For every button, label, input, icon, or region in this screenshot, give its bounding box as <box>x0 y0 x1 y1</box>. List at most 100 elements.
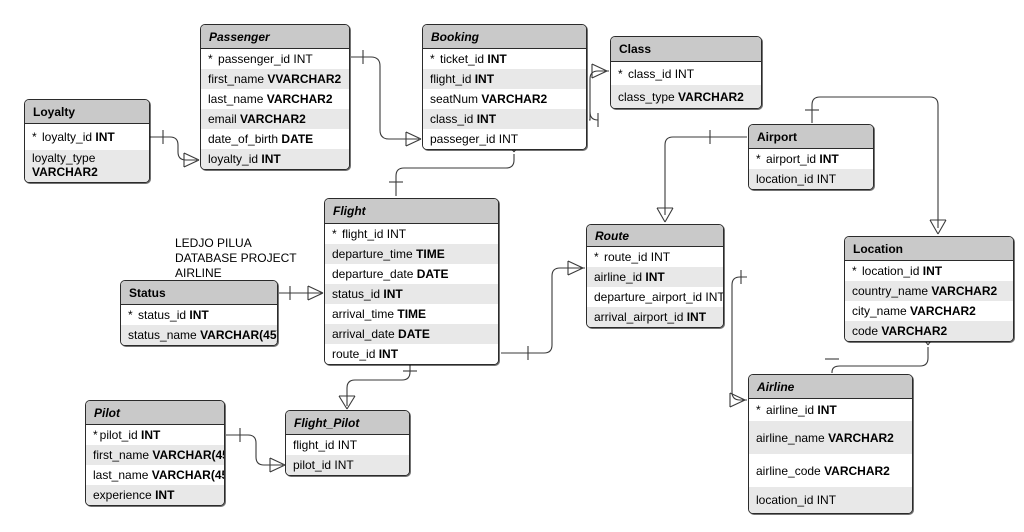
attribute-type: INT <box>819 152 839 166</box>
attribute-row[interactable]: flight_id INT <box>286 435 409 455</box>
attribute-text: * class_id INT <box>618 67 694 81</box>
attribute-row[interactable]: last_name VARCHAR2 <box>201 89 349 109</box>
attribute-name: last_name <box>93 468 149 482</box>
attribute-row[interactable]: email VARCHAR2 <box>201 109 349 129</box>
attribute-row[interactable]: * airline_id INT <box>749 399 912 421</box>
attribute-name: airport_id <box>766 152 817 166</box>
attribute-text: departure_date DATE <box>332 267 449 281</box>
attribute-row[interactable]: * ticket_id INT <box>423 49 586 69</box>
attribute-name: class_type <box>618 89 675 104</box>
attribute-name: airline_id <box>766 403 815 417</box>
attribute-text: country_name VARCHAR2 <box>852 284 997 298</box>
attribute-name: pilot_id <box>99 428 138 442</box>
entity-status[interactable]: Status * status_id INT status_name VARCHAR… <box>120 280 278 346</box>
attribute-type: INT <box>155 488 175 502</box>
attribute-type: VARCHAR2 <box>678 89 744 104</box>
attribute-row[interactable]: location_id INT <box>749 487 912 513</box>
entity-flight_pilot[interactable]: Flight_Pilot flight_id INT pilot_id INT <box>285 410 410 476</box>
attribute-row[interactable]: seatNum VARCHAR2 <box>423 89 586 109</box>
attribute-row[interactable]: * pilot_id INT <box>86 425 224 445</box>
attribute-row[interactable]: status_name VARCHAR(45) <box>121 325 277 345</box>
entity-route[interactable]: Route * route_id INT airline_id INT departu… <box>586 224 724 328</box>
entity-flight[interactable]: Flight * flight_id INT departure_time TIME… <box>324 198 499 365</box>
connector-airline-route <box>729 270 747 408</box>
attribute-row[interactable]: * class_id INT <box>611 62 761 85</box>
entity-passenger[interactable]: Passenger * passenger_id INT first_name VV… <box>200 24 350 170</box>
attribute-text: * status_id INT <box>128 308 209 322</box>
attribute-text: * airport_id INT <box>756 152 839 166</box>
attribute-row[interactable]: date_of_birth DATE <box>201 129 349 149</box>
entity-airline[interactable]: Airline * airline_id INT airline_name VARC… <box>748 374 913 514</box>
entity-title-booking: Booking <box>423 25 586 49</box>
entity-attribute-list: * airport_id INT location_id INT <box>749 149 873 189</box>
attribute-type: VARCHAR(45) <box>200 328 278 342</box>
attribute-text: airline_code VARCHAR2 <box>756 464 890 478</box>
attribute-row[interactable]: city_name VARCHAR2 <box>845 301 1013 321</box>
attribute-row[interactable]: departure_date DATE <box>325 264 498 284</box>
attribute-row[interactable]: arrival_date DATE <box>325 324 498 344</box>
attribute-row[interactable]: route_id INT <box>325 344 498 364</box>
attribute-text: flight_id INT <box>293 438 357 452</box>
entity-airport[interactable]: Airport * airport_id INT location_id INT <box>748 124 874 190</box>
entity-title-loyalty: Loyalty <box>25 100 149 124</box>
attribute-type: VARCHAR2 <box>240 112 306 126</box>
attribute-type: VARCHAR2 <box>881 324 948 338</box>
attribute-text: last_name VARCHAR2 <box>208 92 333 106</box>
attribute-row[interactable]: first_name VARCHAR(45) <box>86 445 224 465</box>
entity-booking[interactable]: Booking * ticket_id INT flight_id INT seatN… <box>422 24 587 150</box>
attribute-name: ticket_id <box>440 52 488 66</box>
attribute-row[interactable]: * passenger_id INT <box>201 49 349 69</box>
primary-key-marker: * <box>618 66 623 81</box>
attribute-row[interactable]: class_id INT <box>423 109 586 129</box>
attribute-row[interactable]: * route_id INT <box>587 247 723 267</box>
attribute-text: * ticket_id INT <box>430 52 507 66</box>
attribute-name: airline_id <box>594 270 643 284</box>
entity-pilot[interactable]: Pilot * pilot_id INT first_name VARCHAR(45)… <box>85 400 225 506</box>
entity-location[interactable]: Location * location_id INT country_name VA… <box>844 236 1014 342</box>
attribute-row[interactable]: status_id INT <box>325 284 498 304</box>
attribute-type: INT <box>337 438 358 452</box>
attribute-row[interactable]: departure_time TIME <box>325 244 498 264</box>
attribute-row[interactable]: pilot_id INT <box>286 455 409 475</box>
attribute-row[interactable]: last_name VARCHAR(45) <box>86 465 224 485</box>
attribute-type: INT <box>922 264 943 278</box>
attribute-row[interactable]: * status_id INT <box>121 305 277 325</box>
attribute-row[interactable]: loyalty_type VARCHAR2 <box>25 150 149 182</box>
attribute-row[interactable]: * loyalty_id INT <box>25 124 149 150</box>
attribute-row[interactable]: experience INT <box>86 485 224 505</box>
attribute-type: VARCHAR(45) <box>152 448 225 462</box>
attribute-row[interactable]: arrival_time TIME <box>325 304 498 324</box>
attribute-row[interactable]: first_name VVARCHAR2 <box>201 69 349 89</box>
entity-title-route: Route <box>587 225 723 247</box>
attribute-name: last_name <box>208 92 267 106</box>
attribute-row[interactable]: airline_name VARCHAR2 <box>749 421 912 454</box>
attribute-text: last_name VARCHAR(45) <box>93 468 224 482</box>
attribute-row[interactable]: departure_airport_id INT <box>587 287 723 307</box>
attribute-name: flight_id <box>430 72 472 86</box>
attribute-row[interactable]: airline_code VARCHAR2 <box>749 454 912 487</box>
entity-attribute-list: * location_id INT country_name VARCHAR2 ci… <box>845 261 1013 341</box>
attribute-row[interactable]: country_name VARCHAR2 <box>845 281 1013 301</box>
attribute-name: departure_airport_id <box>594 290 703 304</box>
attribute-row[interactable]: location_id INT <box>749 169 873 189</box>
attribute-row[interactable]: airline_id INT <box>587 267 723 287</box>
attribute-row[interactable]: code VARCHAR2 <box>845 321 1013 341</box>
attribute-type: INT <box>686 310 707 324</box>
attribute-row[interactable]: * airport_id INT <box>749 149 873 169</box>
attribute-name: country_name <box>852 284 929 298</box>
attribute-row[interactable]: passeger_id INT <box>423 129 586 149</box>
attribute-type: INT <box>334 458 354 472</box>
entity-attribute-list: * pilot_id INT first_name VARCHAR(45) last_… <box>86 425 224 505</box>
entity-title-airline: Airline <box>749 375 912 399</box>
attribute-text: experience INT <box>93 488 174 502</box>
entity-loyalty[interactable]: Loyalty * loyalty_id INT loyalty_type VARCH… <box>24 99 150 183</box>
attribute-row[interactable]: class_type VARCHAR2 <box>611 85 761 108</box>
entity-class[interactable]: Class * class_id INT class_type VARCHAR2 <box>610 36 762 109</box>
attribute-row[interactable]: * flight_id INT <box>325 224 498 244</box>
attribute-row[interactable]: loyalty_id INT <box>201 149 349 169</box>
attribute-text: * flight_id INT <box>332 227 406 241</box>
attribute-row[interactable]: flight_id INT <box>423 69 586 89</box>
attribute-row[interactable]: * location_id INT <box>845 261 1013 281</box>
attribute-row[interactable]: arrival_airport_id INT <box>587 307 723 327</box>
entity-title-status: Status <box>121 281 277 305</box>
